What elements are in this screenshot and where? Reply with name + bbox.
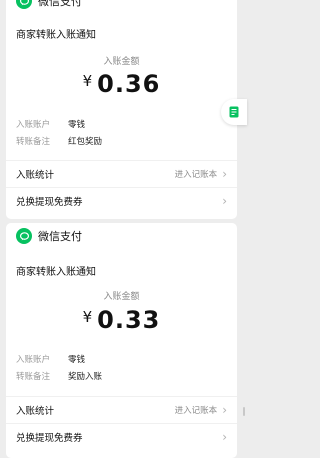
remark-key: 转账备注 — [16, 137, 51, 147]
remark-row: 转账备注 红包奖励 — [16, 135, 102, 147]
account-key: 入账账户 — [16, 120, 51, 130]
exchange-label: 兑换提现免费券 — [16, 197, 83, 208]
stats-label: 入账统计 — [16, 170, 55, 181]
exchange-row[interactable]: 兑换提现免费券 › — [6, 187, 237, 214]
wechat-pay-icon — [16, 0, 32, 9]
stats-link: 进入记账本 — [174, 170, 218, 180]
account-row: 入账账户 零钱 — [16, 118, 85, 130]
amount-label: 入账金额 — [103, 57, 140, 67]
card-header[interactable]: 微信支付 — [16, 227, 82, 245]
remark-row: 转账备注 奖励入账 — [16, 370, 102, 382]
account-value: 零钱 — [68, 355, 86, 365]
account-value: 零钱 — [68, 120, 86, 130]
amount: ¥0.36 — [6, 70, 237, 98]
amount-label: 入账金额 — [103, 292, 140, 302]
pay-name: 微信支付 — [38, 0, 82, 8]
chevron-right-icon: › — [222, 167, 227, 181]
amount-value: 0.36 — [97, 70, 161, 98]
remark-value: 奖励入账 — [68, 372, 103, 382]
chevron-right-icon: › — [222, 194, 227, 208]
payment-notice-card: 微信支付 商家转账入账通知 入账金额 ¥0.33 入账账户 零钱 转账备注 奖励入账… — [6, 223, 237, 458]
stats-label: 入账统计 — [16, 406, 55, 417]
green-document-icon — [229, 103, 239, 122]
scrollbar-thumb[interactable] — [243, 407, 245, 416]
account-row: 入账账户 零钱 — [16, 353, 85, 365]
pay-name: 微信支付 — [38, 230, 82, 243]
currency-symbol: ¥ — [82, 72, 93, 90]
amount: ¥0.33 — [6, 306, 237, 334]
account-key: 入账账户 — [16, 355, 51, 365]
wechat-pay-icon — [16, 228, 32, 244]
notice-title: 商家转账入账通知 — [16, 267, 96, 278]
remark-value: 红包奖励 — [68, 137, 103, 147]
amount-value: 0.33 — [97, 306, 161, 334]
stats-row[interactable]: 入账统计 进入记账本 › — [6, 396, 237, 423]
notice-title: 商家转账入账通知 — [16, 30, 96, 41]
chevron-right-icon: › — [222, 403, 227, 417]
exchange-label: 兑换提现免费券 — [16, 433, 83, 444]
stats-row[interactable]: 入账统计 进入记账本 › — [6, 160, 237, 187]
card-header[interactable]: 微信支付 — [16, 0, 82, 10]
remark-key: 转账备注 — [16, 372, 51, 382]
payment-notice-card: 微信支付 商家转账入账通知 入账金额 ¥0.36 入账账户 零钱 转账备注 红包奖励… — [6, 0, 237, 219]
stats-link: 进入记账本 — [174, 406, 218, 416]
floating-side-button[interactable] — [221, 99, 247, 125]
chevron-right-icon: › — [222, 430, 227, 444]
currency-symbol: ¥ — [82, 308, 93, 326]
